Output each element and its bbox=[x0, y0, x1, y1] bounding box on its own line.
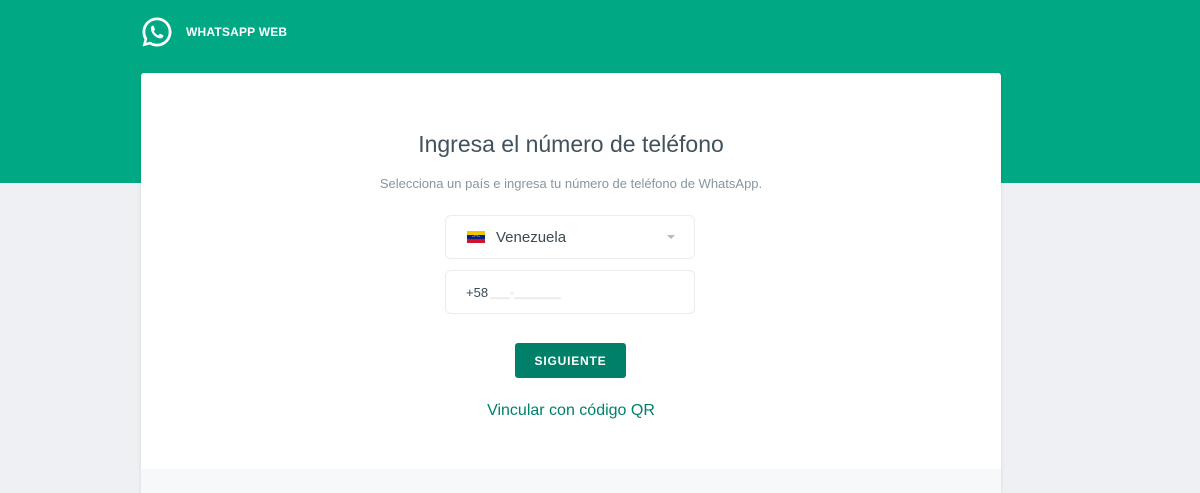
country-select[interactable]: Venezuela bbox=[445, 215, 695, 259]
login-card: Ingresa el número de teléfono Selecciona… bbox=[141, 73, 1001, 493]
card-footer bbox=[141, 469, 1001, 493]
page-title: Ingresa el número de teléfono bbox=[418, 131, 724, 157]
chevron-down-icon bbox=[667, 235, 675, 239]
whatsapp-logo-icon bbox=[142, 17, 172, 47]
country-code-prefix: +58 bbox=[466, 284, 489, 300]
selected-country: Venezuela bbox=[496, 228, 567, 246]
venezuela-flag-icon bbox=[467, 231, 485, 243]
next-button[interactable]: SIGUIENTE bbox=[515, 343, 626, 378]
phone-field[interactable]: +58 bbox=[445, 270, 695, 314]
app-header: WHATSAPP WEB bbox=[140, 14, 287, 50]
phone-number-input[interactable] bbox=[490, 285, 661, 299]
brand-name: WHATSAPP WEB bbox=[186, 25, 288, 39]
page-subtitle: Selecciona un país e ingresa tu número d… bbox=[379, 176, 763, 191]
link-with-qr-link[interactable]: Vincular con código QR bbox=[141, 402, 1001, 420]
